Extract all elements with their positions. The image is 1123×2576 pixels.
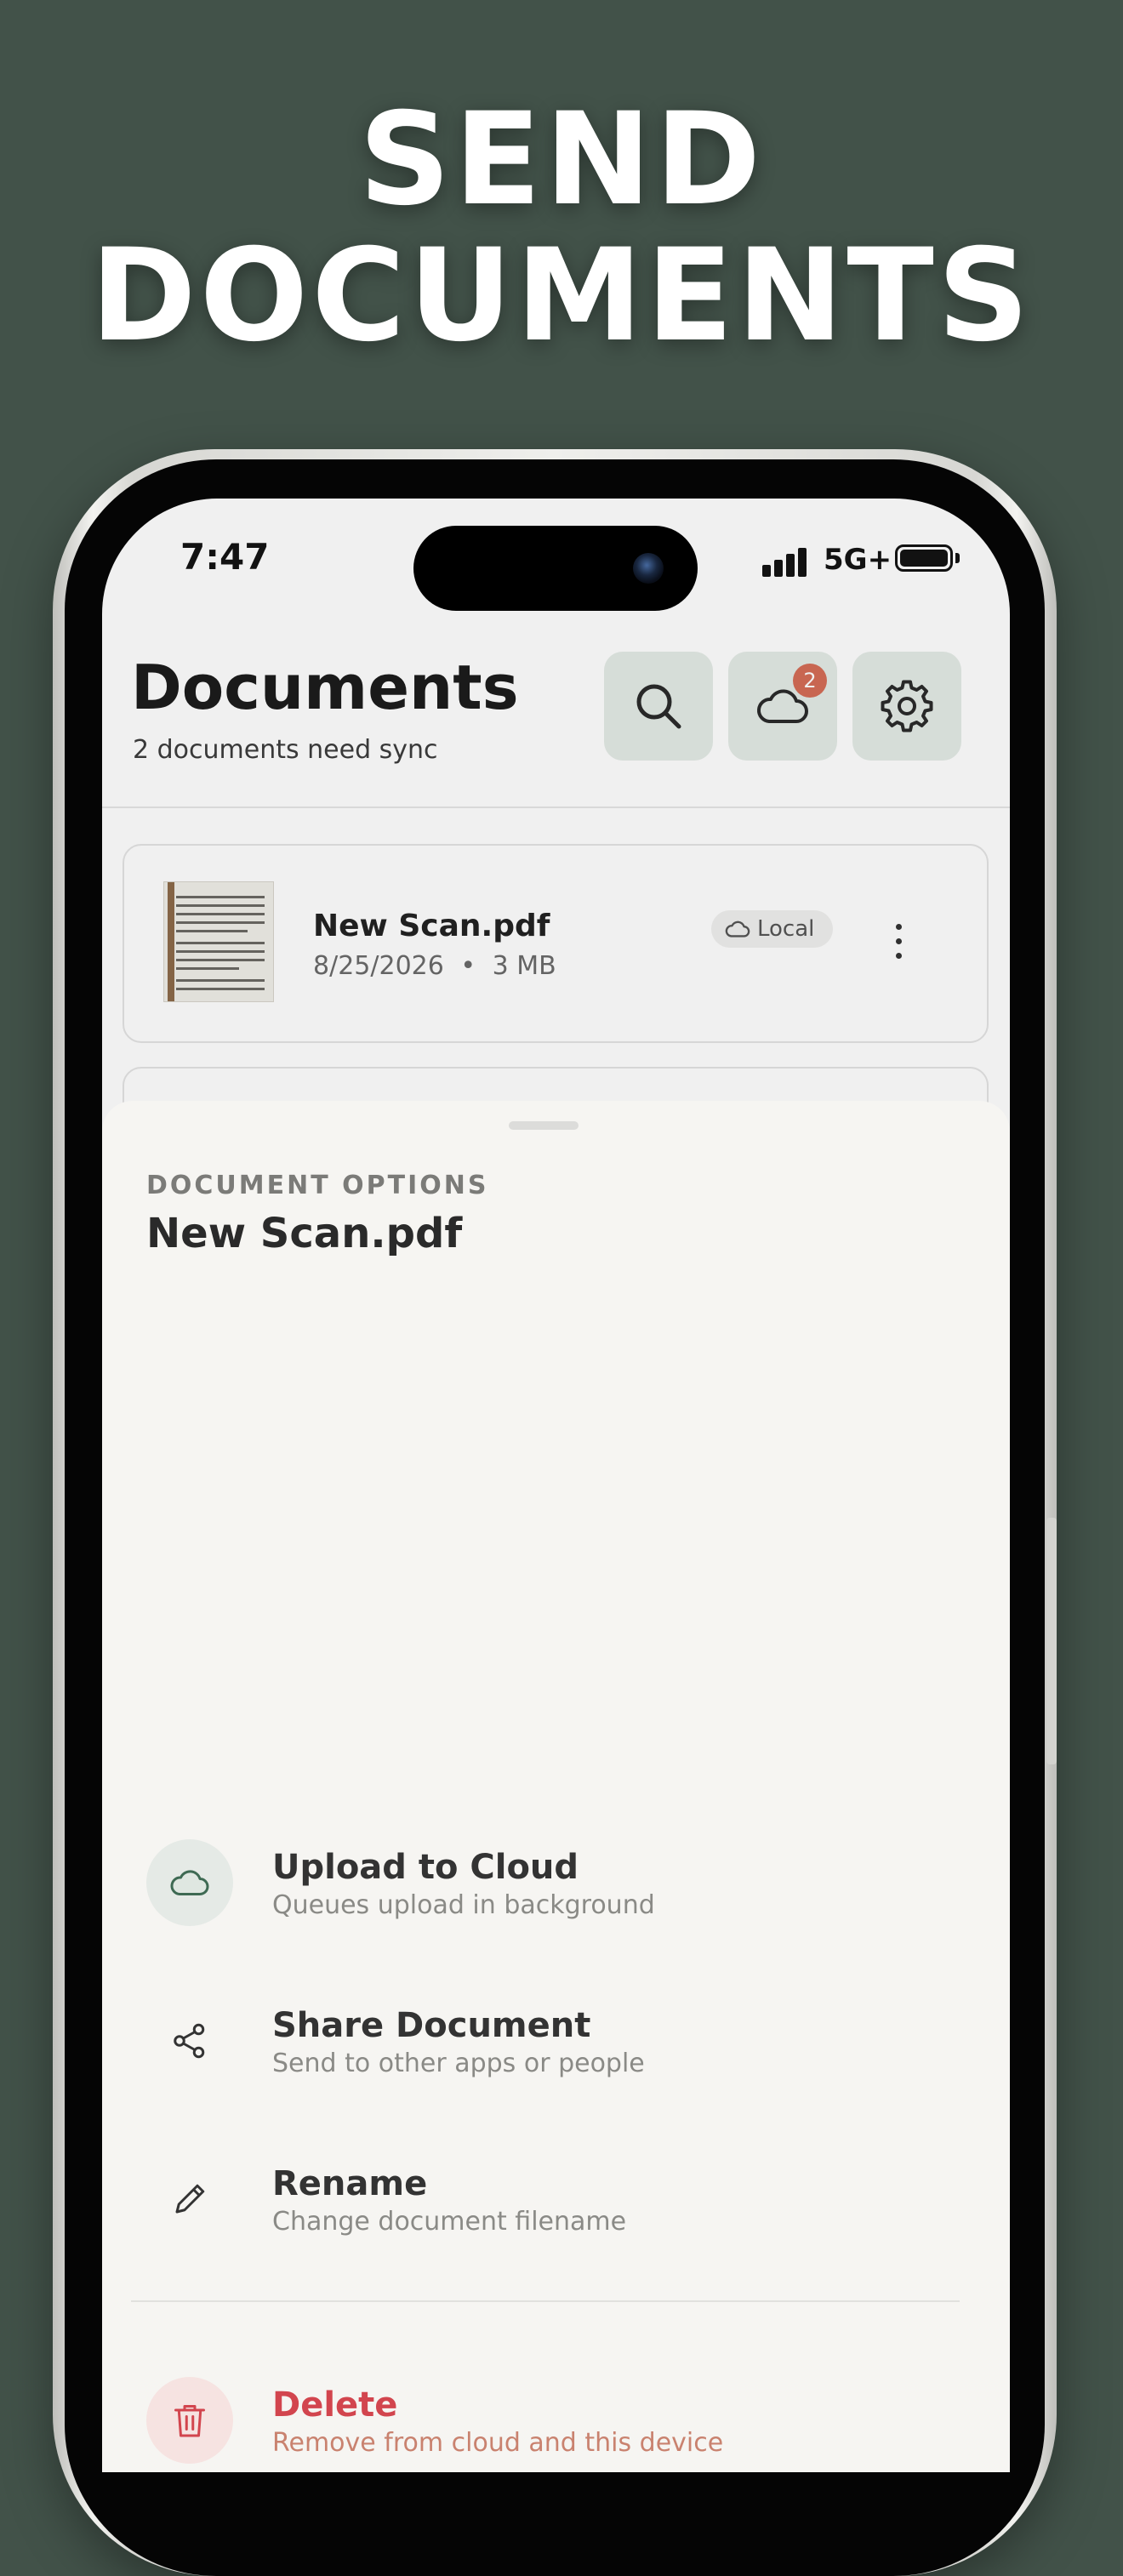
upload-to-cloud-option[interactable]: Upload to Cloud Queues upload in backgro… [146,1839,963,1928]
rename-icon-container [146,2156,233,2243]
headline-line-1: SEND [358,86,765,234]
rename-option[interactable]: Rename Change document filename [146,2156,963,2244]
sheet-eyebrow: DOCUMENT OPTIONS [146,1171,489,1200]
upload-icon-container [146,1839,233,1926]
sheet-grabber[interactable] [509,1121,579,1130]
sheet-title: New Scan.pdf [146,1210,463,1257]
option-label: Share Document [272,2006,591,2045]
headline-line-2: DOCUMENTS [90,222,1033,370]
share-document-option[interactable]: Share Document Send to other apps or peo… [146,1998,963,2086]
pencil-icon [175,2184,205,2214]
cloud-icon [170,1870,209,1895]
option-description: Remove from cloud and this device [272,2428,724,2458]
delete-option[interactable]: Delete Remove from cloud and this device [146,2377,963,2465]
delete-icon-container [146,2377,233,2464]
trash-icon [174,2405,205,2437]
option-description: Change document filename [272,2207,627,2237]
share-icon-container [146,1998,233,2084]
share-icon [174,2023,205,2059]
option-description: Queues upload in background [272,1890,655,1920]
option-label: Upload to Cloud [272,1848,579,1887]
headline: SEND DOCUMENTS [0,92,1123,364]
document-options-sheet: DOCUMENT OPTIONS New Scan.pdf Upload to … [102,1101,1010,2472]
sheet-divider [131,2300,960,2302]
phone-screen: 7:47 5G+ Documents 2 documents need sync… [102,499,1010,2472]
side-button [1046,1518,1057,1764]
option-label: Rename [272,2164,428,2203]
option-description: Send to other apps or people [272,2049,645,2078]
option-label: Delete [272,2385,398,2425]
